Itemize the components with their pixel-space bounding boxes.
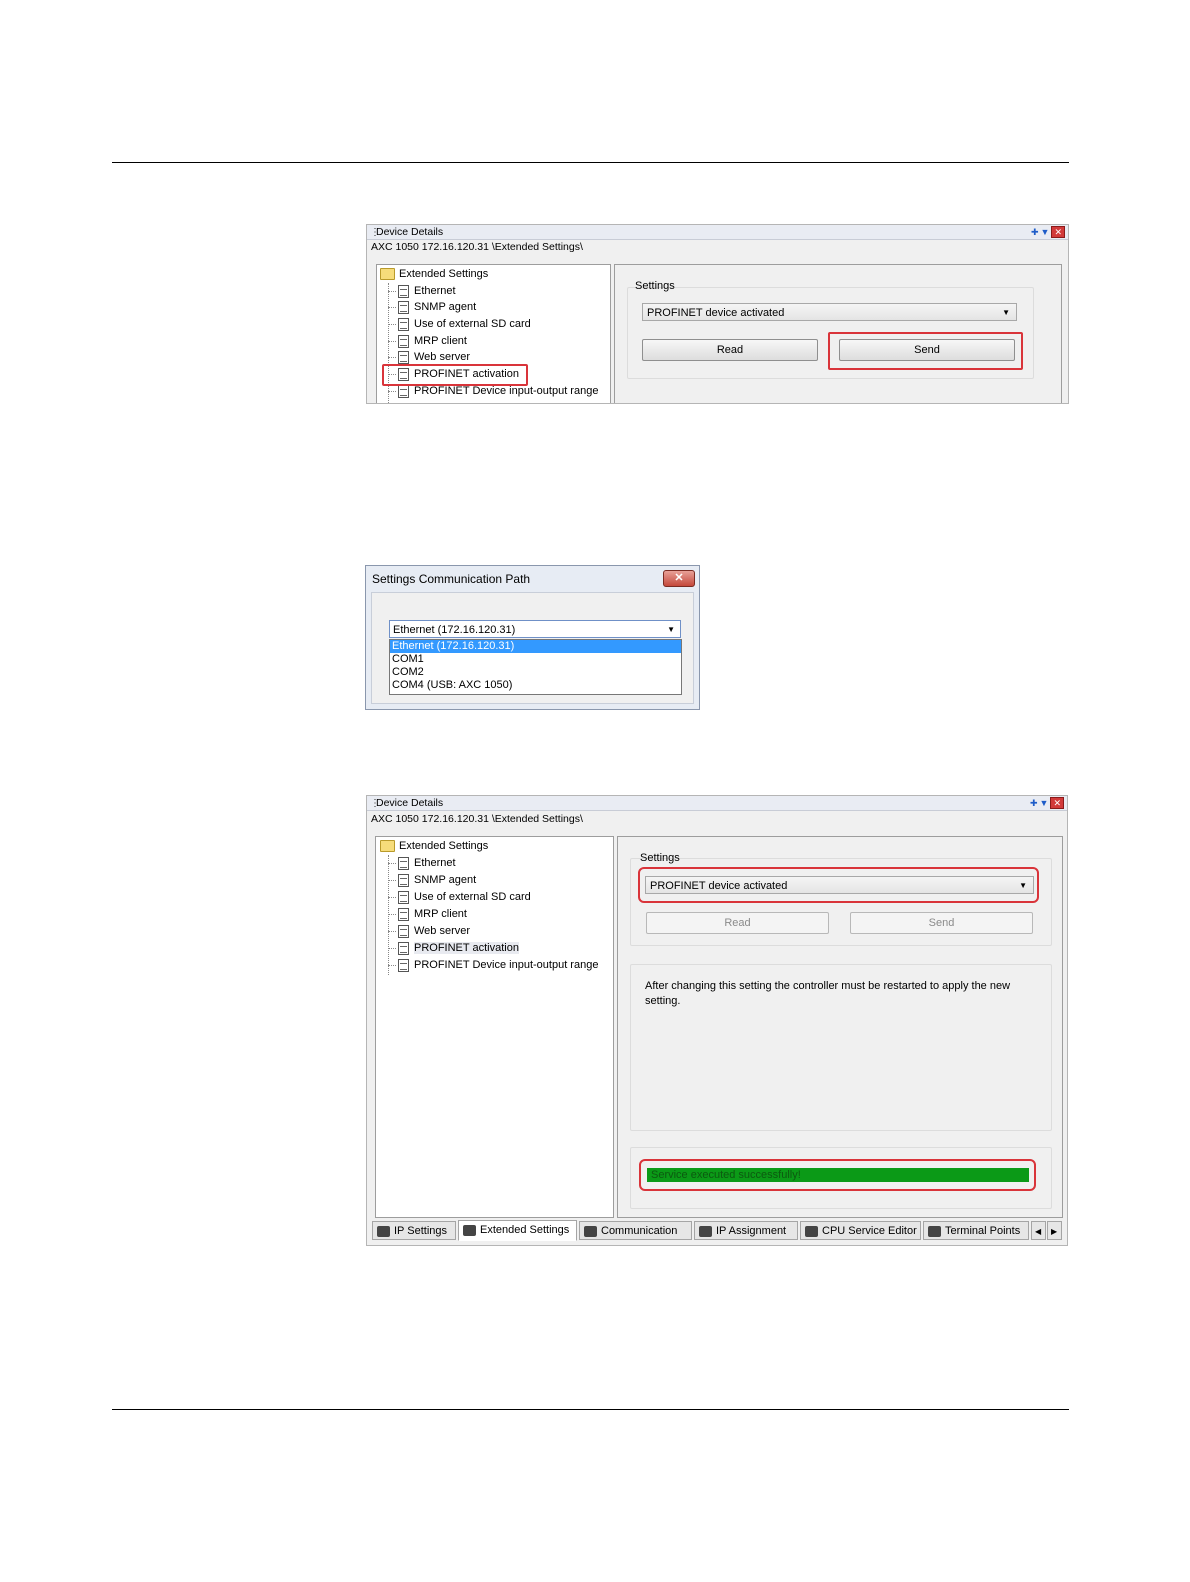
tree-item-profinet-activation[interactable]: PROFINET activation: [388, 940, 519, 956]
option-com2[interactable]: COM2: [390, 666, 681, 679]
read-button[interactable]: Read: [646, 912, 829, 934]
tree-item-mrp-client[interactable]: MRP client: [388, 333, 467, 349]
communication-path-select[interactable]: Ethernet (172.16.120.31) ▼: [389, 620, 681, 638]
device-details-panel-1: ⋮ Device Details ✚▼ ✕ AXC 1050 172.16.120…: [366, 224, 1069, 404]
restart-info-text: After changing this setting the controll…: [645, 980, 1011, 1007]
tree-item-mrp-client[interactable]: MRP client: [388, 906, 467, 922]
communication-path-dialog: Settings Communication Path ✕ Ethernet (…: [365, 565, 700, 710]
tree-item-extended-settings[interactable]: Extended Settings: [380, 266, 488, 282]
tab-terminal-points[interactable]: Terminal Points: [923, 1221, 1029, 1240]
tab-ip-settings[interactable]: IP Settings: [372, 1221, 456, 1240]
document-icon: [398, 334, 409, 348]
tree-item-sd-card[interactable]: Use of external SD card: [388, 316, 531, 332]
close-icon[interactable]: ✕: [1051, 226, 1065, 238]
settings-tree: Extended Settings Ethernet SNMP agent Us…: [375, 836, 614, 1218]
tab-scroll-left[interactable]: ◀: [1031, 1221, 1046, 1240]
document-icon: [398, 384, 409, 398]
option-com4[interactable]: COM4 (USB: AXC 1050): [390, 679, 681, 692]
document-icon: [398, 958, 409, 972]
highlight-status-bar: [639, 1159, 1036, 1191]
terminal-icon: [928, 1225, 941, 1237]
tree-item-extended-settings[interactable]: Extended Settings: [380, 838, 488, 854]
document-icon: [398, 350, 409, 364]
close-icon[interactable]: ✕: [1050, 797, 1064, 809]
option-com1[interactable]: COM1: [390, 653, 681, 666]
tab-extended-settings[interactable]: Extended Settings: [458, 1220, 577, 1241]
network-icon: [377, 1225, 390, 1237]
highlight-mode-select: [638, 867, 1039, 903]
folder-icon: [380, 268, 395, 281]
dropdown-icon[interactable]: ▼: [1041, 227, 1052, 237]
pin-icon[interactable]: ✚: [1030, 798, 1040, 808]
chevron-down-icon: ▼: [667, 625, 675, 634]
document-icon: [398, 907, 409, 921]
tree-item-snmp-agent[interactable]: SNMP agent: [388, 872, 476, 888]
monitor-icon: [699, 1225, 712, 1237]
device-path: AXC 1050 172.16.120.31 \Extended Setting…: [371, 241, 583, 253]
settings-label: Settings: [640, 852, 680, 864]
document-icon: [398, 300, 409, 314]
document-icon: [398, 941, 409, 955]
profinet-mode-select[interactable]: PROFINET device activated ▼: [642, 303, 1017, 321]
settings-pane: Settings PROFINET device activated ▼ Read…: [617, 836, 1063, 1218]
tab-communication[interactable]: Communication: [579, 1221, 692, 1240]
document-icon: [398, 924, 409, 938]
option-ethernet[interactable]: Ethernet (172.16.120.31): [390, 640, 681, 653]
folder-icon: [380, 840, 395, 853]
tree-item-web-server[interactable]: Web server: [388, 349, 470, 365]
pin-icon[interactable]: ✚: [1031, 227, 1041, 237]
device-details-panel-2: ⋮ Device Details ✚▼ ✕ AXC 1050 172.16.120…: [366, 795, 1068, 1246]
chevron-left-icon: ◀: [1035, 1227, 1042, 1236]
document-icon: [398, 873, 409, 887]
tree-item-sd-card[interactable]: Use of external SD card: [388, 889, 531, 905]
tree-item-ethernet[interactable]: Ethernet: [388, 855, 456, 871]
document-icon: [398, 284, 409, 298]
tab-bar: IP Settings Extended Settings Communicat…: [372, 1220, 1063, 1241]
read-button[interactable]: Read: [642, 339, 818, 361]
send-button[interactable]: Send: [850, 912, 1033, 934]
panel-title-bar: ⋮ Device Details ✚▼ ✕: [367, 225, 1068, 240]
bottom-rule: [112, 1409, 1069, 1410]
device-path: AXC 1050 172.16.120.31 \Extended Setting…: [371, 813, 583, 825]
tree-item-profinet-io-range[interactable]: PROFINET Device input-output range: [388, 957, 598, 973]
tree-item-ethernet[interactable]: Ethernet: [388, 283, 456, 299]
chevron-down-icon: ▼: [1002, 308, 1010, 317]
settings-icon: [463, 1224, 476, 1236]
document-icon: [398, 890, 409, 904]
communication-icon: [584, 1225, 597, 1237]
highlight-send-button: [828, 332, 1023, 370]
chevron-right-icon: ▶: [1051, 1227, 1058, 1236]
highlight-profinet-activation: [382, 364, 528, 386]
settings-label: Settings: [635, 280, 675, 292]
panel-title-bar: ⋮ Device Details ✚▼ ✕: [367, 796, 1067, 811]
tree-item-snmp-agent[interactable]: SNMP agent: [388, 299, 476, 315]
dialog-title: Settings Communication Path: [372, 572, 531, 586]
tab-cpu-service-editor[interactable]: CPU Service Editor: [800, 1221, 921, 1240]
settings-pane: Settings PROFINET device activated ▼ Read…: [614, 264, 1062, 403]
dropdown-icon[interactable]: ▼: [1040, 798, 1051, 808]
tree-item-web-server[interactable]: Web server: [388, 923, 470, 939]
panel-title: Device Details: [376, 226, 444, 238]
document-icon: [398, 317, 409, 331]
tab-scroll-right[interactable]: ▶: [1047, 1221, 1062, 1240]
close-icon[interactable]: ✕: [663, 570, 695, 587]
document-icon: [398, 856, 409, 870]
panel-title: Device Details: [376, 797, 444, 809]
cpu-icon: [805, 1225, 818, 1237]
communication-path-options: Ethernet (172.16.120.31) COM1 COM2 COM4 …: [389, 639, 682, 695]
tab-ip-assignment[interactable]: IP Assignment: [694, 1221, 798, 1240]
top-rule: [112, 162, 1069, 163]
